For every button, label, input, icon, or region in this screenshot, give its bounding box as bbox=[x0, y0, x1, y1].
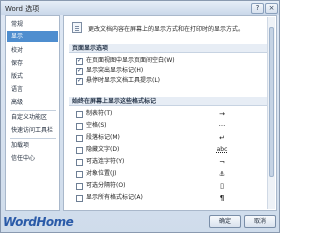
sidebar-item-proofing[interactable]: 校对 bbox=[7, 45, 58, 56]
panel-description: 更改文档内容在屏幕上的显示方式和在打印时的显示方式。 bbox=[88, 26, 245, 33]
category-sidebar: 常规 显示 校对 保存 版式 语言 高级 自定义功能区 快速访问工具栏 加载项 … bbox=[5, 15, 60, 211]
page-display-section-title: 页面显示选项 bbox=[69, 44, 273, 53]
cancel-button[interactable]: 取消 bbox=[244, 215, 276, 228]
sidebar-divider bbox=[10, 110, 56, 111]
space-mark-icon: ··· bbox=[218, 122, 226, 130]
close-button[interactable]: × bbox=[265, 3, 278, 14]
sidebar-item-language[interactable]: 语言 bbox=[7, 84, 58, 95]
sidebar-item-trust-center[interactable]: 信任中心 bbox=[7, 153, 58, 164]
anchor-icon: ⚓ bbox=[218, 170, 226, 178]
option-label: 悬停时显示文档工具提示(L) bbox=[86, 77, 161, 84]
option-label: 空格(S) bbox=[86, 122, 107, 129]
option-show-whitespace[interactable]: 在页面视图中显示页面间空白(W) bbox=[76, 57, 266, 65]
option-optional-breaks[interactable]: 可选分隔符(O) ▯ bbox=[76, 182, 266, 190]
option-label: 对象位置(J) bbox=[86, 170, 117, 177]
checkbox[interactable] bbox=[76, 195, 83, 202]
watermark-logo: WordHome bbox=[3, 215, 74, 229]
vertical-scrollbar[interactable] bbox=[267, 17, 275, 209]
option-show-tooltips-on-hover[interactable]: 悬停时显示文档工具提示(L) bbox=[76, 77, 266, 85]
window-title: Word 选项 bbox=[5, 5, 40, 13]
option-optional-hyphens[interactable]: 可选连字符(Y) ¬ bbox=[76, 158, 266, 166]
option-show-highlighter-marks[interactable]: 显示突出显示标记(H) bbox=[76, 67, 266, 75]
tab-mark-icon: → bbox=[219, 110, 225, 118]
checkbox[interactable] bbox=[76, 183, 83, 190]
option-paragraph-marks[interactable]: 段落标记(M) ↵ bbox=[76, 134, 266, 142]
checkbox[interactable] bbox=[76, 171, 83, 178]
checkbox[interactable] bbox=[76, 159, 83, 166]
checkbox[interactable] bbox=[76, 123, 83, 130]
option-label: 在页面视图中显示页面间空白(W) bbox=[86, 57, 175, 64]
option-show-all-formatting-marks[interactable]: 显示所有格式标记(A) ¶ bbox=[76, 194, 266, 202]
ok-button[interactable]: 确定 bbox=[209, 215, 241, 228]
hidden-text-mark-icon: abc bbox=[216, 146, 228, 153]
word-options-dialog: Word 选项 ? × 常规 显示 校对 保存 版式 语言 高级 自定义功能区 … bbox=[0, 0, 280, 233]
option-label: 可选分隔符(O) bbox=[86, 182, 126, 189]
sidebar-item-display[interactable]: 显示 bbox=[7, 31, 58, 42]
break-mark-icon: ▯ bbox=[220, 182, 224, 190]
sidebar-item-layout[interactable]: 版式 bbox=[7, 71, 58, 82]
scrollbar-thumb[interactable] bbox=[269, 27, 274, 177]
option-hidden-text[interactable]: 隐藏文字(D) abc bbox=[76, 146, 266, 154]
title-bar: Word 选项 ? × bbox=[1, 1, 279, 15]
checkbox[interactable] bbox=[76, 147, 83, 154]
checkbox[interactable] bbox=[76, 67, 83, 75]
sidebar-item-general[interactable]: 常规 bbox=[7, 19, 58, 30]
checkbox[interactable] bbox=[76, 57, 83, 65]
checkbox[interactable] bbox=[76, 77, 83, 85]
option-tab-characters[interactable]: 制表符(T) → bbox=[76, 110, 266, 118]
sidebar-item-add-ins[interactable]: 加载项 bbox=[7, 140, 58, 151]
checkbox[interactable] bbox=[76, 111, 83, 118]
pilcrow-icon: ¶ bbox=[219, 194, 225, 202]
hyphen-mark-icon: ¬ bbox=[219, 158, 225, 166]
option-label: 隐藏文字(D) bbox=[86, 146, 120, 153]
sidebar-item-advanced[interactable]: 高级 bbox=[7, 97, 58, 108]
display-options-panel: 更改文档内容在屏幕上的显示方式和在打印时的显示方式。 页面显示选项 在页面视图中… bbox=[63, 15, 277, 211]
sidebar-item-save[interactable]: 保存 bbox=[7, 58, 58, 69]
sidebar-item-quick-access-toolbar[interactable]: 快速访问工具栏 bbox=[7, 125, 58, 136]
option-label: 制表符(T) bbox=[86, 110, 113, 117]
sidebar-divider bbox=[10, 138, 56, 139]
paragraph-mark-icon: ↵ bbox=[219, 134, 225, 142]
option-label: 显示突出显示标记(H) bbox=[86, 67, 144, 74]
option-label: 可选连字符(Y) bbox=[86, 158, 125, 165]
option-object-anchors[interactable]: 对象位置(J) ⚓ bbox=[76, 170, 266, 178]
checkbox[interactable] bbox=[76, 135, 83, 142]
document-icon bbox=[72, 22, 82, 33]
sidebar-item-customize-ribbon[interactable]: 自定义功能区 bbox=[7, 112, 58, 123]
option-spaces[interactable]: 空格(S) ··· bbox=[76, 122, 266, 130]
option-label: 段落标记(M) bbox=[86, 134, 120, 141]
help-button[interactable]: ? bbox=[251, 3, 264, 14]
formatting-marks-section-title: 始终在屏幕上显示这些格式标记 bbox=[69, 97, 273, 106]
option-label: 显示所有格式标记(A) bbox=[86, 194, 143, 201]
